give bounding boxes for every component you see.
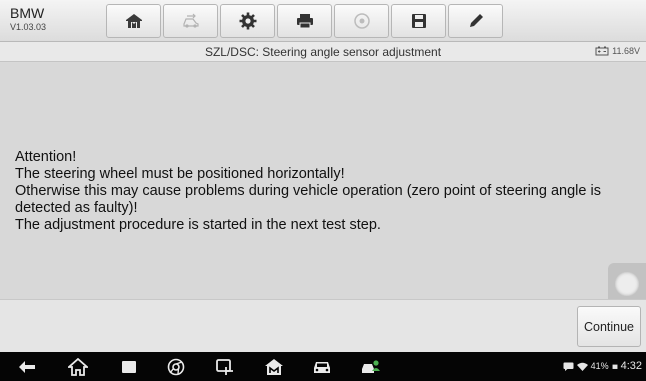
message-line: Otherwise this may cause problems during… — [15, 183, 601, 216]
save-icon — [411, 14, 426, 28]
top-toolbar: BMW V1.03.03 — [0, 0, 646, 42]
status-area: 41% 4:32 — [563, 360, 642, 372]
car-battery-icon — [595, 46, 609, 56]
gear-icon — [239, 12, 256, 30]
chat-icon — [563, 362, 574, 371]
toolbar-buttons — [106, 4, 505, 38]
assist-circle-icon — [615, 272, 639, 296]
chrome-button[interactable] — [165, 356, 187, 377]
print-button[interactable] — [277, 4, 332, 38]
software-version: V1.03.03 — [10, 22, 47, 32]
title-bar: SZL/DSC: Steering angle sensor adjustmen… — [0, 42, 646, 62]
back-icon — [19, 360, 35, 373]
message-line: Attention! — [15, 149, 77, 165]
vehicle-make: BMW — [10, 5, 45, 21]
vehicle-info: BMW V1.03.03 — [10, 6, 100, 33]
car-icon — [314, 361, 330, 373]
edit-button[interactable] — [448, 4, 503, 38]
chrome-icon — [167, 358, 185, 375]
car-user-icon — [362, 359, 380, 373]
help-icon — [353, 13, 370, 29]
printer-icon — [296, 14, 313, 29]
system-nav-bar: 41% 4:32 — [0, 352, 646, 381]
vehicle-swap-icon — [182, 13, 199, 28]
clock: 4:32 — [620, 360, 642, 372]
vci-button[interactable] — [214, 356, 236, 377]
page-title: SZL/DSC: Steering angle sensor adjustmen… — [204, 45, 442, 59]
help-button[interactable] — [334, 4, 389, 38]
battery-icon — [612, 364, 618, 369]
screen: BMW V1.03.03 SZL/DSC: Steering angle sen… — [0, 0, 646, 381]
pencil-icon — [469, 14, 483, 27]
car-user-button[interactable] — [360, 356, 382, 377]
message-line: The adjustment procedure is started in t… — [15, 217, 381, 233]
settings-button[interactable] — [220, 4, 275, 38]
home-nav-button[interactable] — [67, 356, 89, 377]
action-bar: Continue — [0, 299, 646, 352]
maxisys-home-icon — [265, 358, 283, 375]
vehicle-swap-button[interactable] — [163, 4, 218, 38]
back-button[interactable] — [16, 356, 38, 377]
vci-icon — [216, 358, 233, 375]
home-icon — [125, 14, 142, 28]
battery-voltage: 11.68V — [612, 46, 640, 56]
message-panel: Attention! The steering wheel must be po… — [0, 63, 646, 305]
message-text: Attention! The steering wheel must be po… — [15, 149, 640, 234]
home-icon — [68, 357, 88, 376]
car-button[interactable] — [311, 356, 333, 377]
message-line: The steering wheel must be positioned ho… — [15, 166, 345, 182]
continue-button[interactable]: Continue — [577, 306, 641, 347]
recent-apps-icon — [122, 360, 136, 373]
maxisys-home-button[interactable] — [263, 356, 285, 377]
battery-percent: 41% — [590, 361, 609, 371]
battery-voltage-indicator: 11.68V — [595, 46, 640, 56]
wifi-icon — [576, 362, 588, 371]
save-button[interactable] — [391, 4, 446, 38]
recent-apps-button[interactable] — [118, 356, 140, 377]
home-button[interactable] — [106, 4, 161, 38]
